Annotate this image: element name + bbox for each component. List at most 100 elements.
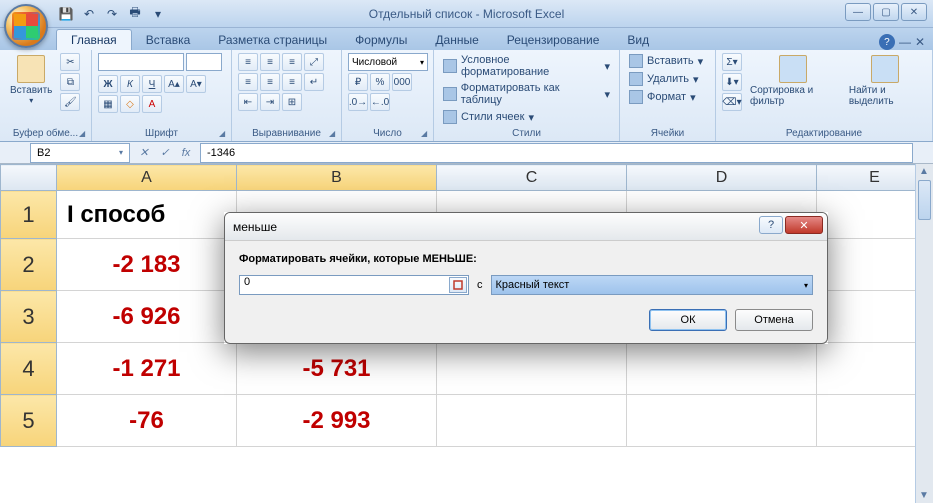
delete-cells-button[interactable]: Удалить ▾ <box>626 71 709 87</box>
borders-button[interactable]: ▦ <box>98 95 118 113</box>
find-select-button[interactable]: Найти и выделить <box>845 53 926 109</box>
italic-button[interactable]: К <box>120 75 140 93</box>
help-icon[interactable]: ? <box>879 34 895 50</box>
row-header[interactable]: 2 <box>1 239 57 291</box>
close-button[interactable]: ✕ <box>901 3 927 21</box>
tab-review[interactable]: Рецензирование <box>493 30 614 50</box>
fill-icon[interactable]: ⬇▾ <box>722 73 742 91</box>
cell-styles-button[interactable]: Стили ячеек ▾ <box>440 109 613 125</box>
conditional-formatting-button[interactable]: Условное форматирование ▾ <box>440 53 613 79</box>
format-painter-icon[interactable]: 🖌 <box>60 93 80 111</box>
number-format-select[interactable]: Числовой▾ <box>348 53 428 71</box>
row-header[interactable]: 1 <box>1 191 57 239</box>
row-header[interactable]: 3 <box>1 291 57 343</box>
dialog-launcher-icon[interactable]: ◢ <box>421 129 431 139</box>
cell[interactable] <box>627 343 817 395</box>
undo-icon[interactable]: ↶ <box>79 4 99 24</box>
col-header-B[interactable]: B <box>237 165 437 191</box>
decrease-indent-icon[interactable]: ⇤ <box>238 93 258 111</box>
redo-icon[interactable]: ↷ <box>102 4 122 24</box>
tab-data[interactable]: Данные <box>421 30 492 50</box>
align-center-icon[interactable]: ≡ <box>260 73 280 91</box>
cell[interactable]: -1 271 <box>57 343 237 395</box>
dialog-launcher-icon[interactable]: ◢ <box>329 129 339 139</box>
select-all-corner[interactable] <box>1 165 57 191</box>
cell[interactable] <box>437 343 627 395</box>
office-button[interactable] <box>4 4 48 48</box>
cell[interactable] <box>627 395 817 447</box>
scrollbar-thumb[interactable] <box>918 180 931 220</box>
align-top-icon[interactable]: ≡ <box>238 53 258 71</box>
maximize-button[interactable]: ▢ <box>873 3 899 21</box>
font-size-select[interactable] <box>186 53 222 71</box>
cell[interactable]: -76 <box>57 395 237 447</box>
shrink-font-icon[interactable]: A▾ <box>186 75 206 93</box>
name-box[interactable]: B2▾ <box>30 143 130 163</box>
format-cells-button[interactable]: Формат ▾ <box>626 89 709 105</box>
clear-icon[interactable]: ⌫▾ <box>722 93 742 111</box>
minimize-ribbon-icon[interactable]: — <box>899 35 911 49</box>
format-select[interactable]: Красный текст▾ <box>491 275 814 295</box>
tab-view[interactable]: Вид <box>613 30 663 50</box>
cell[interactable]: -2 993 <box>237 395 437 447</box>
save-icon[interactable]: 💾 <box>56 4 76 24</box>
col-header-A[interactable]: A <box>57 165 237 191</box>
minimize-button[interactable]: — <box>845 3 871 21</box>
cell[interactable] <box>437 395 627 447</box>
merge-cells-icon[interactable]: ⊞ <box>282 93 302 111</box>
font-color-button[interactable]: A <box>142 95 162 113</box>
qat-more-icon[interactable]: ▾ <box>148 4 168 24</box>
threshold-input[interactable]: 0 <box>239 275 469 295</box>
dialog-close-button[interactable]: ✕ <box>785 216 823 234</box>
tab-formulas[interactable]: Формулы <box>341 30 421 50</box>
col-header-D[interactable]: D <box>627 165 817 191</box>
cancel-button[interactable]: Отмена <box>735 309 813 331</box>
enter-formula-icon[interactable]: ✓ <box>155 144 175 162</box>
currency-icon[interactable]: ₽ <box>348 73 368 91</box>
cut-icon[interactable]: ✂ <box>60 53 80 71</box>
cell[interactable]: -5 731 <box>237 343 437 395</box>
wrap-text-icon[interactable]: ↵ <box>304 73 324 91</box>
vertical-scrollbar[interactable] <box>915 164 933 503</box>
increase-decimal-icon[interactable]: .0→ <box>348 93 368 111</box>
align-bottom-icon[interactable]: ≡ <box>282 53 302 71</box>
percent-icon[interactable]: % <box>370 73 390 91</box>
ok-button[interactable]: ОК <box>649 309 727 331</box>
paste-button[interactable]: Вставить▾ <box>6 53 56 107</box>
fill-color-button[interactable]: ◇ <box>120 95 140 113</box>
tab-page-layout[interactable]: Разметка страницы <box>204 30 341 50</box>
copy-icon[interactable]: ⧉ <box>60 73 80 91</box>
fx-icon[interactable]: fx <box>176 144 196 162</box>
align-right-icon[interactable]: ≡ <box>282 73 302 91</box>
align-left-icon[interactable]: ≡ <box>238 73 258 91</box>
range-selector-icon[interactable] <box>449 277 467 293</box>
cancel-formula-icon[interactable]: ✕ <box>134 144 154 162</box>
row-header[interactable]: 5 <box>1 395 57 447</box>
insert-cells-button[interactable]: Вставить ▾ <box>626 53 709 69</box>
dialog-titlebar[interactable]: меньше ? ✕ <box>225 213 827 241</box>
quickprint-icon[interactable]: 🖶 <box>125 4 145 24</box>
align-middle-icon[interactable]: ≡ <box>260 53 280 71</box>
format-as-table-button[interactable]: Форматировать как таблицу ▾ <box>440 81 613 107</box>
grow-font-icon[interactable]: A▴ <box>164 75 184 93</box>
dialog-launcher-icon[interactable]: ◢ <box>79 129 89 139</box>
increase-indent-icon[interactable]: ⇥ <box>260 93 280 111</box>
col-header-C[interactable]: C <box>437 165 627 191</box>
comma-icon[interactable]: 000 <box>392 73 412 91</box>
underline-button[interactable]: Ч <box>142 75 162 93</box>
cell[interactable]: -6 926 <box>57 291 237 343</box>
row-header[interactable]: 4 <box>1 343 57 395</box>
formula-input[interactable]: -1346 <box>200 143 913 163</box>
cell[interactable]: -2 183 <box>57 239 237 291</box>
dialog-help-button[interactable]: ? <box>759 216 783 234</box>
tab-home[interactable]: Главная <box>56 29 132 50</box>
tab-insert[interactable]: Вставка <box>132 30 205 50</box>
bold-button[interactable]: Ж <box>98 75 118 93</box>
autosum-icon[interactable]: Σ▾ <box>722 53 742 71</box>
decrease-decimal-icon[interactable]: ←.0 <box>370 93 390 111</box>
orientation-icon[interactable]: ⤢ <box>304 53 324 71</box>
dialog-launcher-icon[interactable]: ◢ <box>219 129 229 139</box>
close-workbook-icon[interactable]: ✕ <box>915 35 925 49</box>
font-name-select[interactable] <box>98 53 184 71</box>
cell[interactable]: I способ <box>57 191 237 239</box>
